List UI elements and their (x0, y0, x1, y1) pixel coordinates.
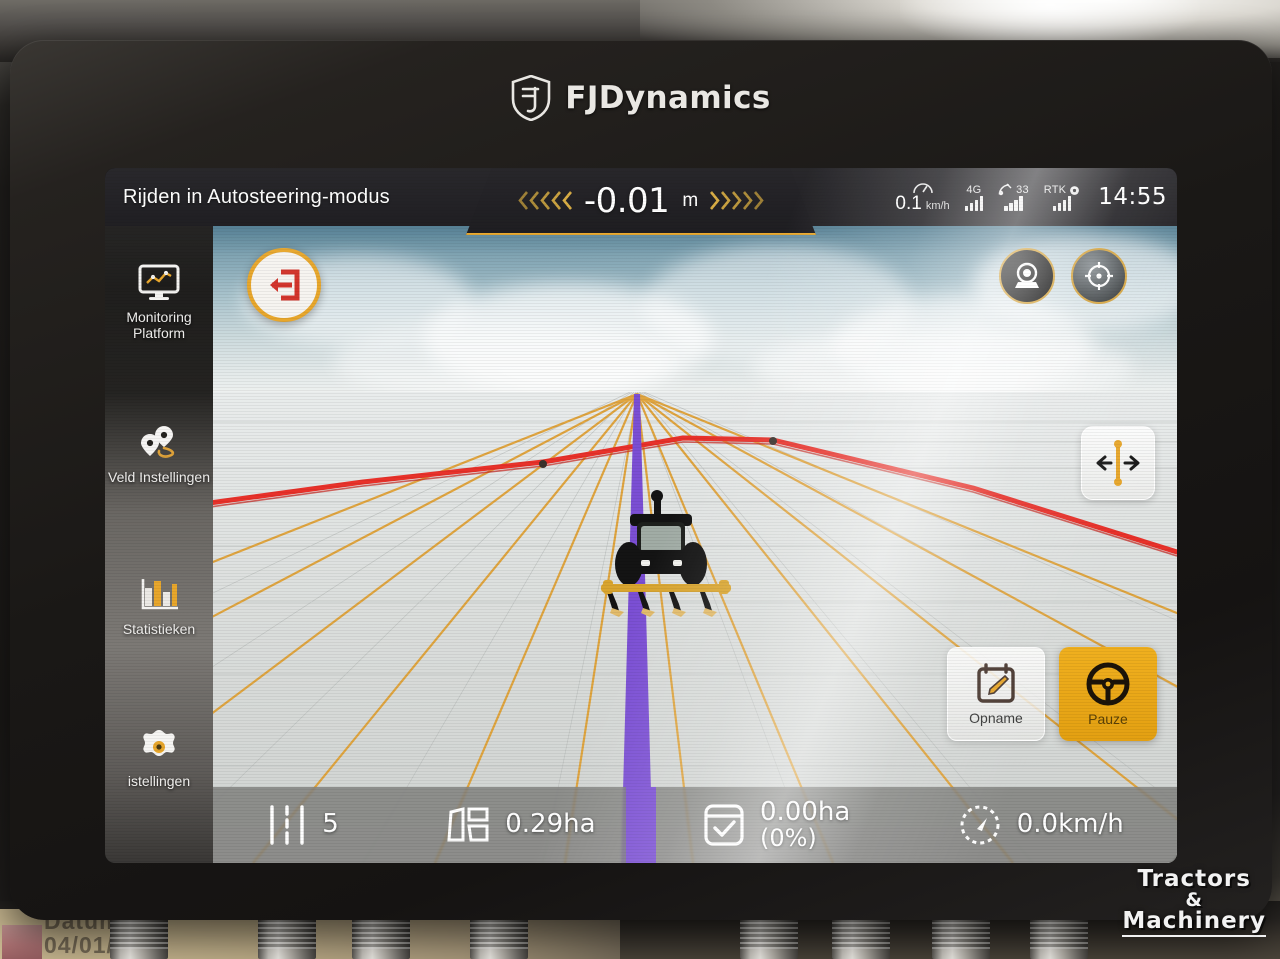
tractor-model (601, 490, 731, 617)
action-buttons: Opname Pauze (947, 647, 1157, 741)
record-pencil-card-icon (977, 662, 1015, 703)
metric-track-count: 5 (266, 803, 339, 847)
field-guidance-view[interactable]: Opname Pauze (213, 226, 1177, 863)
sidebar-item-monitoring-platform[interactable]: Monitoring Platform (105, 226, 213, 378)
watermark-line1: Tractors (1137, 866, 1251, 892)
satellite-indicator: 33 (998, 183, 1029, 211)
speed-value: 0.1 (895, 193, 922, 214)
metric-value: 0.0km/h (1016, 809, 1124, 840)
gear-icon (143, 729, 175, 756)
metric-field-area: 0.29ha (445, 804, 596, 846)
satellite-dish-icon (998, 183, 1012, 196)
pause-button[interactable]: Pauze (1059, 647, 1157, 741)
metric-sub-value: (0%) (759, 824, 817, 853)
brand-name: FJDynamics (565, 79, 771, 116)
sidebar-item-label: Statistieken (122, 620, 196, 637)
sidebar-item-veld-instellingen[interactable]: Veld Instellingen (105, 378, 213, 530)
exit-arrow-icon (270, 269, 300, 301)
speedometer-icon (960, 805, 1000, 845)
watermark: Tractors & Machinery (1122, 868, 1266, 937)
metric-value: 0.29ha (505, 809, 596, 840)
map-pins-path-icon (141, 425, 175, 458)
monitor-chart-icon (138, 264, 180, 300)
line-shift-left-right-icon (1096, 440, 1140, 486)
record-button[interactable]: Opname (947, 647, 1045, 741)
sidebar-item-label: Monitoring Platform (126, 308, 192, 341)
sidebar-item-label: Veld Instellingen (108, 468, 210, 485)
pause-button-label: Pauze (1088, 710, 1128, 727)
metric-value: 0.00ha (759, 796, 851, 827)
watermark-line3: Machinery (1122, 910, 1266, 937)
chevrons-right-icon (709, 190, 764, 211)
deviation-panel: -0.01 m (466, 168, 816, 235)
checkbox-done-icon (704, 804, 744, 846)
metric-worked-area: 0.00ha (0%) (702, 796, 851, 853)
signal-bars-icon (964, 195, 984, 211)
metrics-bar: 5 0.29ha 0.00ha (0%) 0.0km/h (213, 787, 1177, 863)
deviation-value: -0.01 (583, 180, 670, 221)
speed-unit: km/h (925, 199, 950, 212)
rtk-label: RTK (1043, 183, 1067, 196)
metric-value-group: 0.00ha (0%) (759, 796, 851, 853)
status-bar: Rijden in Autosteering-modus -0.01 m 0.1… (105, 168, 1177, 235)
network-indicator: 4G (964, 183, 984, 211)
rtk-globe-icon (1070, 185, 1080, 195)
recenter-button[interactable] (1071, 248, 1127, 304)
deviation-unit: m (682, 189, 699, 211)
sidebar-item-instellingen[interactable]: istellingen (105, 682, 213, 834)
field-parcel-icon (447, 807, 489, 842)
line-shift-button[interactable] (1081, 426, 1155, 500)
metric-value: 5 (322, 809, 339, 840)
camera-view-icon (1015, 262, 1039, 288)
view-mode-button[interactable] (999, 248, 1055, 304)
crosshair-target-icon (1085, 262, 1113, 290)
signal-bars-icon (1052, 195, 1072, 211)
satellite-count: 33 (1016, 184, 1029, 196)
monitor-bezel: FJDynamics Rijden in Autosteering-modus … (10, 40, 1272, 920)
track-lines-icon (270, 805, 304, 845)
track-line-tail (626, 787, 656, 863)
sidebar-item-label: istellingen (127, 772, 191, 789)
metric-speed: 0.0km/h (957, 802, 1124, 848)
record-button-label: Opname (969, 709, 1023, 726)
paper-stamp (2, 925, 42, 959)
display-screen[interactable]: Rijden in Autosteering-modus -0.01 m 0.1… (105, 168, 1177, 863)
chevrons-left-icon (518, 190, 573, 211)
sidebar: Monitoring Platform Veld Instellingen St… (105, 226, 213, 863)
brand-bar: FJDynamics (10, 40, 1272, 155)
clock: 14:55 (1098, 184, 1167, 210)
exit-button[interactable] (247, 248, 321, 322)
network-label: 4G (966, 183, 982, 196)
shield-fj-logo-icon (511, 74, 551, 121)
speed-indicator: 0.1 km/h (895, 181, 950, 214)
rtk-indicator: RTK (1044, 184, 1080, 211)
autosteer-mode-label: Rijden in Autosteering-modus (123, 185, 390, 208)
sidebar-item-statistieken[interactable]: Statistieken (105, 530, 213, 682)
bar-chart-icon (141, 578, 178, 610)
status-indicators: 0.1 km/h 4G 33 RTK 14:55 (895, 168, 1167, 226)
signal-bars-icon (1004, 196, 1023, 211)
steering-wheel-icon (1086, 662, 1130, 705)
